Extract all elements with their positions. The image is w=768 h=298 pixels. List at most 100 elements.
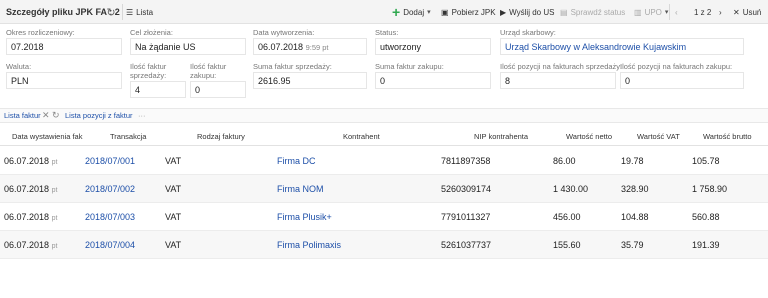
- currency-label: Waluta:: [6, 62, 32, 71]
- close-icon[interactable]: ✕: [42, 110, 50, 121]
- sales-positions-value[interactable]: 8: [500, 72, 616, 89]
- col-type[interactable]: Rodzaj faktury: [197, 132, 245, 141]
- sales-count-label: Ilość faktur: [130, 62, 167, 71]
- cell-contractor[interactable]: Firma Plusik+: [277, 212, 332, 222]
- chevron-down-icon: ▾: [664, 9, 669, 16]
- purpose-field: Cel złożenia: Na żądanie US: [130, 28, 246, 55]
- purchase-sum-label: Suma faktur zakupu:: [375, 62, 444, 71]
- download-jpk-button[interactable]: ▣ Pobierz JPK: [441, 4, 496, 20]
- cell-net: 86.00: [553, 156, 576, 166]
- status-value[interactable]: utworzony: [375, 38, 491, 55]
- upo-icon: ▥: [634, 7, 642, 17]
- delete-label: Usuń: [742, 7, 762, 17]
- currency-value[interactable]: PLN: [6, 72, 122, 89]
- cell-type: VAT: [165, 156, 182, 166]
- cell-nip: 7791011327: [441, 212, 491, 222]
- tax-office-field: Urząd skarbowy: Urząd Skarbowy w Aleksan…: [500, 28, 744, 55]
- cell-nip: 5261037737: [441, 240, 492, 250]
- created-value[interactable]: 06.07.2018 9:59 pt: [253, 38, 367, 55]
- send-icon: ▶: [500, 7, 507, 17]
- pager-text: 1 z 2: [694, 7, 712, 17]
- created-time: 9:59 pt: [305, 43, 329, 52]
- cell-contractor[interactable]: Firma Polimaxis: [277, 240, 341, 250]
- tab-invoices[interactable]: Lista faktur: [4, 111, 41, 120]
- cell-transaction[interactable]: 2018/07/002: [85, 184, 135, 194]
- chevron-right-icon: ›: [719, 7, 722, 17]
- cell-vat: 104.88: [621, 212, 649, 222]
- cell-transaction[interactable]: 2018/07/001: [85, 156, 135, 166]
- refresh-icon[interactable]: ↻: [52, 110, 60, 121]
- add-button[interactable]: + Dodaj ▾: [392, 4, 431, 20]
- cell-vat: 328.90: [621, 184, 649, 194]
- period-field: Okres rozliczeniowy: 07.2018: [6, 28, 122, 55]
- tax-office-value[interactable]: Urząd Skarbowy w Aleksandrowie Kujawskim: [500, 38, 744, 55]
- purpose-value[interactable]: Na żądanie US: [130, 38, 246, 55]
- cell-gross: 191.39: [692, 240, 720, 250]
- check-status-button[interactable]: ▤ Sprawdź status: [560, 4, 625, 20]
- purchase-sum-field: Suma faktur zakupu: 0: [375, 62, 491, 89]
- sales-positions-label: Ilość pozycji na fakturach sprzedaży:: [500, 62, 623, 71]
- purchase-positions-value[interactable]: 0: [620, 72, 744, 89]
- upo-button[interactable]: ▥ UPO ▾: [634, 4, 668, 20]
- col-contractor[interactable]: Kontrahent: [343, 132, 380, 141]
- sales-sum-label: Suma faktur sprzedaży:: [253, 62, 332, 71]
- sales-count-value[interactable]: 4: [130, 81, 186, 98]
- col-date[interactable]: Data wystawienia fak: [12, 132, 82, 141]
- cell-transaction[interactable]: 2018/07/004: [85, 240, 135, 250]
- prev-page-button[interactable]: ‹: [675, 4, 678, 20]
- cell-net: 1 430.00: [553, 184, 589, 194]
- purchase-count-field: Ilość faktur zakupu: 0: [190, 62, 246, 98]
- cell-date: 06.07.2018 pt: [4, 240, 58, 250]
- cell-nip: 5260309174: [441, 184, 492, 194]
- next-page-button[interactable]: ›: [719, 4, 722, 20]
- cell-contractor[interactable]: Firma DC: [277, 156, 316, 166]
- tab-more[interactable]: ···: [138, 111, 146, 120]
- cell-transaction[interactable]: 2018/07/003: [85, 212, 135, 222]
- cell-gross: 1 758.90: [692, 184, 728, 194]
- period-value[interactable]: 07.2018: [6, 38, 122, 55]
- sales-count-field: Ilość faktur sprzedaży: 4: [130, 62, 186, 98]
- purchase-sum-value[interactable]: 0: [375, 72, 491, 89]
- refresh-icon[interactable]: ↻: [104, 5, 118, 19]
- cell-net: 456.00: [553, 212, 581, 222]
- col-nip[interactable]: NIP kontrahenta: [474, 132, 528, 141]
- period-label: Okres rozliczeniowy:: [6, 28, 75, 37]
- col-transaction[interactable]: Transakcja: [110, 132, 146, 141]
- check-status-icon: ▤: [560, 7, 568, 17]
- plus-icon: +: [392, 4, 401, 20]
- status-label: Status:: [375, 28, 399, 37]
- cell-nip: 7811897358: [441, 156, 491, 166]
- col-gross[interactable]: Wartość brutto: [703, 132, 752, 141]
- table-row[interactable]: 06.07.2018 pt 2018/07/004 VAT Firma Poli…: [0, 231, 768, 259]
- list-label: Lista: [136, 7, 154, 17]
- tab-positions[interactable]: Lista pozycji z faktur: [65, 111, 133, 120]
- sales-sum-value[interactable]: 2616.95: [253, 72, 367, 89]
- table-row[interactable]: 06.07.2018 pt 2018/07/002 VAT Firma NOM …: [0, 175, 768, 203]
- list-icon: ☰: [126, 7, 134, 17]
- send-label: Wyślij do US: [509, 7, 555, 17]
- cell-type: VAT: [165, 184, 182, 194]
- created-label: Data wytworzenia:: [253, 28, 315, 37]
- send-to-us-button[interactable]: ▶ Wyślij do US: [500, 4, 554, 20]
- cell-date: 06.07.2018 pt: [4, 184, 58, 194]
- created-field: Data wytworzenia: 06.07.2018 9:59 pt: [253, 28, 367, 55]
- sales-positions-field: Ilość pozycji na fakturach sprzedaży: 8: [500, 62, 623, 89]
- cell-date: 06.07.2018 pt: [4, 212, 58, 222]
- table-row[interactable]: 06.07.2018 pt 2018/07/003 VAT Firma Plus…: [0, 203, 768, 231]
- tax-office-label: Urząd skarbowy:: [500, 28, 556, 37]
- upo-label: UPO: [644, 7, 662, 17]
- purpose-text: Na żądanie US: [135, 42, 196, 52]
- col-vat[interactable]: Wartość VAT: [637, 132, 680, 141]
- download-icon: ▣: [441, 7, 449, 17]
- cell-gross: 105.78: [692, 156, 720, 166]
- cell-net: 155.60: [553, 240, 581, 250]
- chevron-left-icon: ‹: [675, 7, 678, 17]
- cell-type: VAT: [165, 212, 182, 222]
- purpose-label: Cel złożenia:: [130, 28, 173, 37]
- delete-button[interactable]: ✕ Usuń: [733, 4, 761, 20]
- cell-contractor[interactable]: Firma NOM: [277, 184, 324, 194]
- list-button[interactable]: ☰ Lista: [126, 4, 153, 20]
- table-row[interactable]: 06.07.2018 pt 2018/07/001 VAT Firma DC 7…: [0, 147, 768, 175]
- purchase-count-value[interactable]: 0: [190, 81, 246, 98]
- col-net[interactable]: Wartość netto: [566, 132, 612, 141]
